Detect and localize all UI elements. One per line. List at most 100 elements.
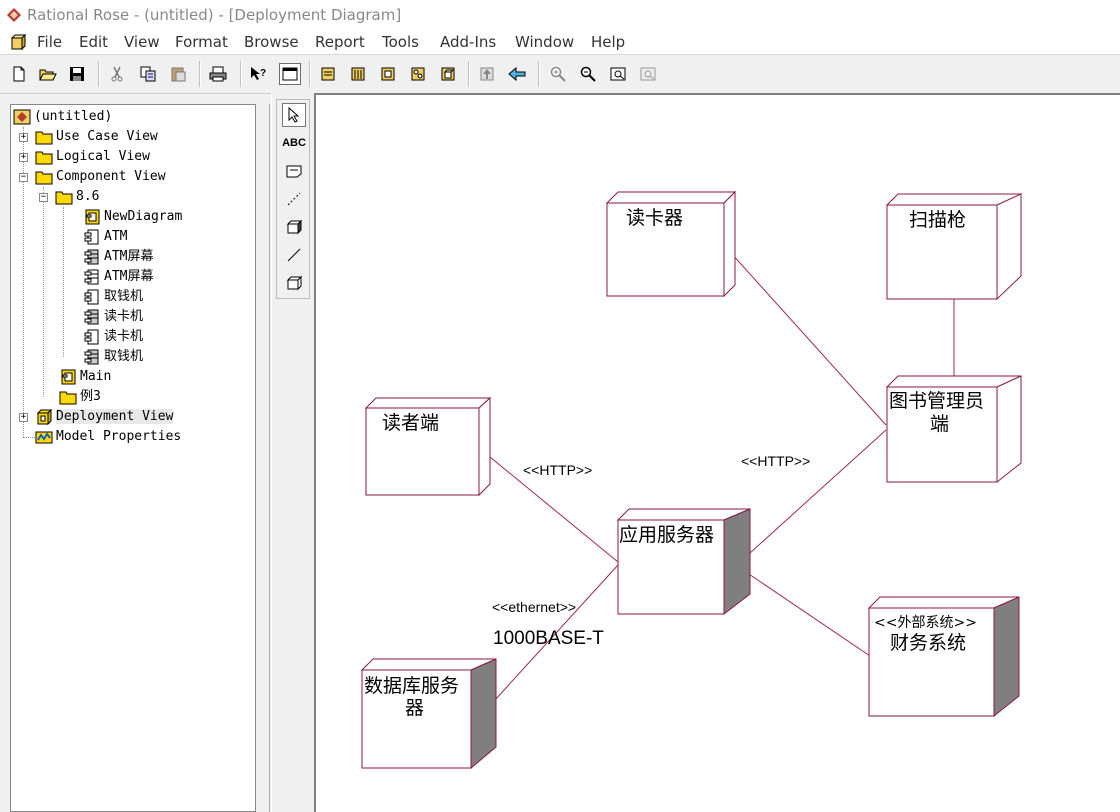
connection-label-ethernet: <<ethernet>> (492, 599, 576, 615)
cut-icon[interactable] (107, 64, 127, 84)
open-folder-icon[interactable] (38, 64, 58, 84)
new-file-icon[interactable] (9, 64, 29, 84)
menu-format[interactable]: Format (175, 30, 228, 54)
tree-item-withdraw-1[interactable]: 取钱机 (83, 287, 143, 307)
main-toolbar: ? (0, 55, 1120, 94)
class-diagram-icon[interactable] (318, 64, 338, 84)
tree-item-example3[interactable]: 例3 (59, 387, 101, 407)
statechart-diagram-icon[interactable] (408, 64, 428, 84)
connection-label-http-right: <<HTTP>> (741, 453, 810, 469)
tree-label-package-86: 8.6 (76, 189, 100, 204)
connection-cardreader-librarian[interactable] (721, 242, 887, 426)
model-properties-icon (35, 431, 53, 444)
browser-splitter[interactable] (256, 104, 270, 812)
tree-item-atm-screen-1[interactable]: ATM屏幕 (83, 247, 153, 267)
menu-file[interactable]: File (37, 30, 62, 54)
component-spec-icon (84, 269, 99, 285)
folder-icon (55, 191, 73, 205)
component-icon (84, 329, 99, 345)
tree-item-main[interactable]: Main (59, 367, 111, 387)
tree-label-main: Main (80, 369, 112, 384)
print-icon[interactable] (208, 64, 228, 84)
tree-item-withdraw-2[interactable]: 取钱机 (83, 347, 143, 367)
node-card-reader-label: 读卡器 (626, 207, 683, 229)
tree-label-logical-view: Logical View (56, 149, 150, 164)
tree-item-atm-screen-2[interactable]: ATM屏幕 (83, 267, 153, 287)
expand-use-case-view[interactable]: + (19, 133, 28, 142)
connection-label-ethernet-spec: 1000BASE-T (493, 628, 604, 649)
document-window-icon[interactable] (10, 34, 26, 50)
tree-label-atm-screen-1: ATM屏幕 (104, 249, 154, 264)
context-help-icon[interactable]: ? (248, 64, 268, 84)
component-diagram-icon (85, 209, 100, 225)
tree-item-card-reader-1[interactable]: 读卡机 (83, 307, 143, 327)
diagram-canvas[interactable]: 读卡器 扫描枪 读者端 图书管理员 端 应用服务器 数据库服务 器 <<外部系统… (314, 93, 1120, 812)
zoom-in-icon[interactable] (548, 64, 568, 84)
selection-tool-icon[interactable] (282, 103, 306, 127)
tree-item-model-properties[interactable]: Model Properties (35, 427, 181, 447)
paste-icon[interactable] (168, 64, 188, 84)
menu-window[interactable]: Window (515, 30, 574, 54)
component-body-icon (84, 249, 99, 265)
anchor-note-tool-icon[interactable] (282, 187, 306, 211)
diagram-toolbox: ABC (271, 93, 314, 812)
component-diagram-icon (61, 369, 76, 385)
model-browser[interactable]: (untitled) + Use Case View + Logical Vie… (10, 104, 256, 812)
browse-parent-icon[interactable] (477, 64, 497, 84)
collapse-component-view[interactable]: − (19, 173, 28, 182)
tree-label-withdraw-2: 取钱机 (104, 349, 144, 364)
node-librarian-label-1: 图书管理员 (889, 390, 984, 412)
component-icon (84, 289, 99, 305)
node-app-server-label: 应用服务器 (619, 524, 714, 546)
menu-view[interactable]: View (124, 30, 160, 54)
menu-help[interactable]: Help (591, 30, 625, 54)
menu-add-ins[interactable]: Add-Ins (440, 30, 496, 54)
tree-item-deployment-view[interactable]: Deployment View (35, 407, 174, 427)
undo-fit-icon[interactable] (638, 64, 658, 84)
device-tool-icon[interactable] (282, 271, 306, 295)
zoom-out-icon[interactable] (578, 64, 598, 84)
browser-toggle-icon[interactable] (279, 63, 301, 85)
connection-tool-icon[interactable] (282, 243, 306, 267)
tree-item-package-86[interactable]: 8.6 (55, 187, 99, 207)
component-diagram-icon[interactable] (378, 64, 398, 84)
interaction-diagram-icon[interactable] (348, 64, 368, 84)
tree-label-deployment-view: Deployment View (56, 409, 174, 424)
collapse-package-86[interactable]: − (39, 193, 48, 202)
tree-label-root: (untitled) (34, 109, 113, 124)
tree-root[interactable]: (untitled) (13, 107, 112, 127)
node-finance-label: 财务系统 (890, 632, 966, 654)
save-icon[interactable] (67, 64, 87, 84)
title-bar: Rational Rose - (untitled) - [Deployment… (0, 0, 1120, 30)
processor-tool-icon[interactable] (282, 215, 306, 239)
menu-browse[interactable]: Browse (244, 30, 299, 54)
menu-edit[interactable]: Edit (79, 30, 108, 54)
fit-in-window-icon[interactable] (608, 64, 628, 84)
copy-icon[interactable] (138, 64, 158, 84)
deployment-diagram-icon[interactable] (438, 64, 458, 84)
tree-label-use-case-view: Use Case View (56, 129, 158, 144)
deployment-diagram[interactable]: 读卡器 扫描枪 读者端 图书管理员 端 应用服务器 数据库服务 器 <<外部系统… (316, 95, 1120, 812)
tree-item-new-diagram[interactable]: NewDiagram (83, 207, 182, 227)
connection-appserver-finance[interactable] (739, 567, 871, 657)
component-body-icon (84, 309, 99, 325)
node-reader-client-label: 读者端 (382, 412, 439, 434)
browse-previous-icon[interactable] (507, 64, 527, 84)
expand-logical-view[interactable]: + (19, 153, 28, 162)
tree-item-logical-view[interactable]: Logical View (35, 147, 150, 167)
menu-tools[interactable]: Tools (382, 30, 419, 54)
note-tool-icon[interactable] (282, 159, 306, 183)
tree-item-component-view[interactable]: Component View (35, 167, 166, 187)
tree-item-atm[interactable]: ATM (83, 227, 127, 247)
tree-item-card-reader-2[interactable]: 读卡机 (83, 327, 143, 347)
tree-item-use-case-view[interactable]: Use Case View (35, 127, 158, 147)
rational-rose-icon (7, 8, 21, 22)
menu-report[interactable]: Report (315, 30, 365, 54)
node-db-server-label-1: 数据库服务 (364, 675, 459, 697)
tree-label-atm-screen-2: ATM屏幕 (104, 269, 154, 284)
tree-label-card-reader-2: 读卡机 (104, 329, 144, 344)
expand-deployment-view[interactable]: + (19, 413, 28, 422)
text-tool[interactable]: ABC (282, 131, 306, 155)
connection-librarian-appserver[interactable] (749, 429, 887, 554)
component-icon (84, 229, 99, 245)
